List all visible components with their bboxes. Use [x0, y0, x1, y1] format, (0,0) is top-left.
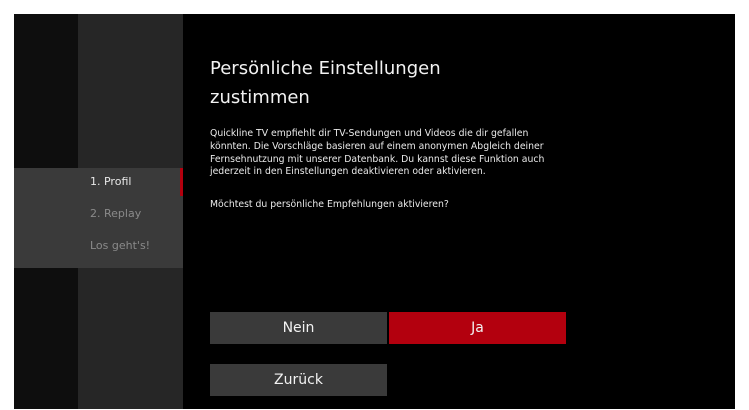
back-button[interactable]: Zurück	[210, 364, 387, 396]
consent-dialog: Persönliche Einstellungen zustimmen Quic…	[210, 54, 570, 212]
left-highlight-band	[14, 168, 78, 268]
step-los-gehts[interactable]: Los geht's!	[90, 239, 150, 252]
yes-button[interactable]: Ja	[389, 312, 566, 344]
active-step-indicator	[180, 168, 183, 196]
no-button[interactable]: Nein	[210, 312, 387, 344]
tv-screen: 1. Profil 2. Replay Los geht's! Persönli…	[14, 14, 735, 409]
step-profil[interactable]: 1. Profil	[90, 175, 131, 188]
dialog-question: Möchtest du persönliche Empfehlungen akt…	[210, 199, 449, 211]
dialog-title: Persönliche Einstellungen zustimmen	[210, 58, 441, 108]
step-replay[interactable]: 2. Replay	[90, 207, 141, 220]
dialog-description: Quickline TV empfiehlt dir TV-Sendungen …	[210, 128, 545, 178]
